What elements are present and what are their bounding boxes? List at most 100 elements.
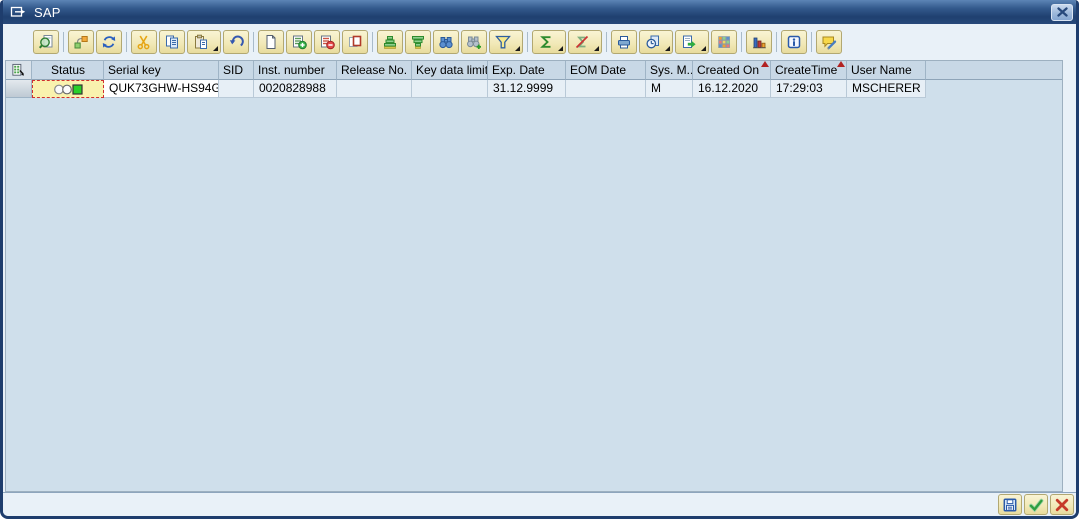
exp-date-cell[interactable]: 31.12.9999 [488,80,566,98]
eom-date-cell[interactable] [566,80,646,98]
sid-cell[interactable] [219,80,254,98]
column-header-sid[interactable]: SID [219,61,254,80]
insert-row-button[interactable] [286,30,312,54]
column-header-status[interactable]: Status [32,61,104,80]
delete-row-button[interactable] [314,30,340,54]
column-header-release-no[interactable]: Release No. [337,61,412,80]
set-filter-button[interactable] [489,30,523,54]
user-name-cell[interactable]: MSCHERER [847,80,926,98]
toolbar-separator [527,32,528,52]
sort-descending-button[interactable] [405,30,431,54]
paste-button[interactable] [187,30,221,54]
views-button[interactable] [639,30,673,54]
choose-layout-button[interactable] [711,30,737,54]
row-selector[interactable] [6,80,32,98]
column-header-serial-key[interactable]: Serial key [104,61,219,80]
sap-dialog-window: SAP [0,0,1079,519]
sort-ascending-indicator [837,61,845,67]
graphic-icon [751,34,767,50]
table-header-row: Status Serial key SID Inst. number Relea… [6,61,1062,80]
dropdown-arrow-icon [213,46,218,51]
append-row-button[interactable] [258,30,284,54]
column-header-create-time-label: CreateTime [775,63,837,77]
sort-ascending-button[interactable] [377,30,403,54]
refresh-button[interactable] [96,30,122,54]
column-header-created-on[interactable]: Created On [693,61,771,80]
close-button[interactable] [1051,4,1073,21]
find-next-button[interactable] [461,30,487,54]
sys-m-cell[interactable]: M [646,80,693,98]
check-entries-button[interactable] [68,30,94,54]
key-data-limit-cell[interactable] [412,80,488,98]
save-icon [1002,497,1018,513]
append-row-icon [263,34,279,50]
find-icon [438,34,454,50]
duplicate-row-button[interactable] [342,30,368,54]
toolbar-separator [63,32,64,52]
header-filler [926,61,1062,80]
toolbar-separator [372,32,373,52]
serial-key-cell[interactable]: QUK73GHW-HS94G.. [104,80,219,98]
toolbar-separator [126,32,127,52]
undo-icon [228,34,244,50]
column-header-inst-number[interactable]: Inst. number [254,61,337,80]
total-button[interactable] [532,30,566,54]
views-icon [645,34,661,50]
inst-number-cell[interactable]: 0020828988 [254,80,337,98]
undo-button[interactable] [223,30,249,54]
details-button[interactable] [33,30,59,54]
continue-button[interactable] [1024,494,1048,515]
select-all-button[interactable] [6,61,32,80]
cancel-button[interactable] [1050,494,1074,515]
choose-layout-icon [716,34,732,50]
export-button[interactable] [675,30,709,54]
duplicate-row-icon [347,34,363,50]
toolbar-separator [606,32,607,52]
close-icon [1057,7,1068,17]
create-time-cell[interactable]: 17:29:03 [771,80,847,98]
titlebar: SAP [0,0,1079,24]
dropdown-arrow-icon [665,46,670,51]
traffic-light-green-icon [53,83,83,96]
find-next-icon [466,34,482,50]
find-button[interactable] [433,30,459,54]
cut-icon [136,34,152,50]
column-header-sys-m[interactable]: Sys. M.. [646,61,693,80]
statusbar [3,492,1076,516]
column-header-eom-date[interactable]: EOM Date [566,61,646,80]
sort-ascending-indicator [761,61,769,67]
save-button[interactable] [998,494,1022,515]
delete-row-icon [319,34,335,50]
dropdown-arrow-icon [515,46,520,51]
copy-icon [164,34,180,50]
check-icon [1028,497,1044,513]
column-header-exp-date[interactable]: Exp. Date [488,61,566,80]
subtotal-button[interactable] [568,30,602,54]
cut-button[interactable] [131,30,157,54]
dropdown-arrow-icon [558,46,563,51]
column-header-user-name[interactable]: User Name [847,61,926,80]
insert-row-icon [291,34,307,50]
dialog-window-icon [9,5,27,19]
release-no-cell[interactable] [337,80,412,98]
paste-icon [193,34,209,50]
column-header-created-on-label: Created On [697,63,759,77]
column-header-create-time[interactable]: CreateTime [771,61,847,80]
filter-icon [495,34,511,50]
column-header-key-data-limit[interactable]: Key data limit [412,61,488,80]
graphic-button[interactable] [746,30,772,54]
status-cell[interactable] [32,80,104,98]
created-on-cell[interactable]: 16.12.2020 [693,80,771,98]
sort-descending-icon [410,34,426,50]
export-icon [681,34,697,50]
info-button[interactable] [781,30,807,54]
select-all-icon [11,63,26,78]
copy-button[interactable] [159,30,185,54]
print-button[interactable] [611,30,637,54]
toolbar-separator [776,32,777,52]
dropdown-arrow-icon [594,46,599,51]
notes-button[interactable] [816,30,842,54]
toolbar-separator [811,32,812,52]
dropdown-arrow-icon [701,46,706,51]
info-icon [786,34,802,50]
